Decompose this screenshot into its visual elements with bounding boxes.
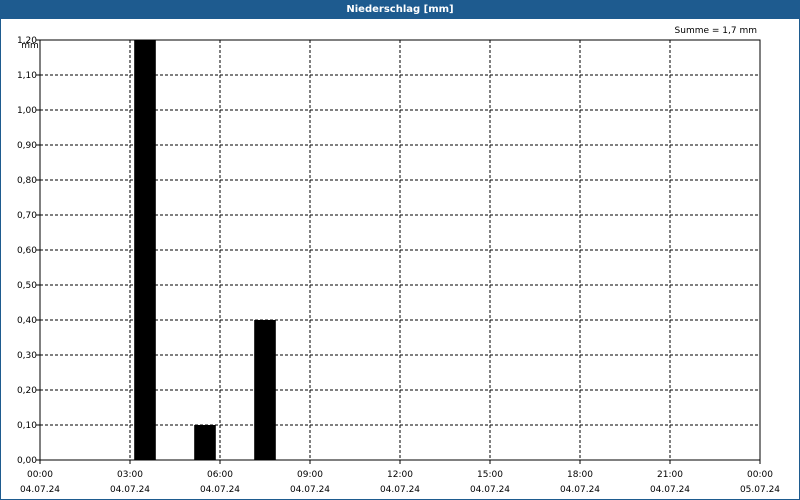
y-axis-label: mm <box>21 41 39 51</box>
y-tick-label: 0,30 <box>17 351 37 361</box>
x-axis: 00:00 04.07.24 03:00 04.07.24 06:00 04.07.24 0… <box>20 460 780 495</box>
y-tick-label: 0,20 <box>17 386 37 396</box>
x-tick-date-label: 04.07.24 <box>380 485 420 495</box>
x-tick-time-label: 03:00 <box>117 470 143 480</box>
y-tick-label: 0,40 <box>17 316 37 326</box>
x-tick-time-label: 15:00 <box>477 470 503 480</box>
x-tick-date-label: 04.07.24 <box>560 485 600 495</box>
x-tick-time-label: 00:00 <box>27 470 53 480</box>
x-tick-date-label: 04.07.24 <box>470 485 510 495</box>
precipitation-bar <box>134 40 156 460</box>
x-tick-date-label: 04.07.24 <box>290 485 330 495</box>
x-tick-date-label: 04.07.24 <box>650 485 690 495</box>
x-tick-time-label: 06:00 <box>207 470 233 480</box>
y-tick-label: 0,70 <box>17 211 37 221</box>
y-tick-label: 0,90 <box>17 141 37 151</box>
x-tick-date-label: 04.07.24 <box>110 485 150 495</box>
x-tick-date-label: 04.07.24 <box>20 485 60 495</box>
y-tick-label: 0,50 <box>17 281 37 291</box>
y-tick-label: 0,00 <box>17 456 37 466</box>
x-tick-time-label: 12:00 <box>387 470 413 480</box>
x-tick-time-label: 09:00 <box>297 470 323 480</box>
precipitation-bar <box>194 425 216 460</box>
x-tick-date-label: 04.07.24 <box>200 485 240 495</box>
precipitation-bar <box>254 320 276 460</box>
y-tick-label: 0,60 <box>17 246 37 256</box>
y-axis: 0,00 0,10 0,20 0,30 0,40 0,50 0,60 0,70 0,80 0,90… <box>17 36 40 466</box>
precipitation-chart: 0,00 0,10 0,20 0,30 0,40 0,50 0,60 0,70 0,80 0,90… <box>17 36 780 495</box>
y-tick-label: 0,80 <box>17 176 37 186</box>
x-tick-time-label: 00:00 <box>747 470 773 480</box>
y-tick-label: 1,10 <box>17 71 37 81</box>
y-tick-label: 1,00 <box>17 106 37 116</box>
x-tick-date-label: 05.07.24 <box>740 485 780 495</box>
x-tick-time-label: 18:00 <box>567 470 593 480</box>
x-tick-time-label: 21:00 <box>657 470 683 480</box>
y-tick-label: 0,10 <box>17 421 37 431</box>
